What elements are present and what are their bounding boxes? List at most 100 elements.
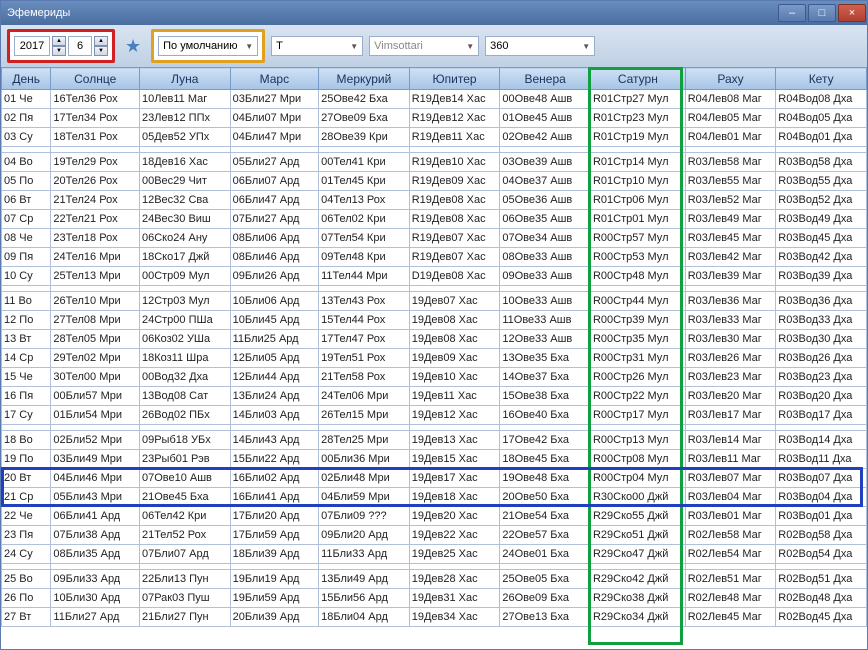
- col-header[interactable]: Солнце: [51, 68, 140, 90]
- cell: 19Бли19 Ард: [230, 570, 319, 589]
- table-row[interactable]: 21 Ср05Бли43 Мри21Ове45 Бха16Бли41 Ард04…: [2, 488, 867, 507]
- col-header[interactable]: День: [2, 68, 51, 90]
- cell: 04Бли07 Мри: [230, 109, 319, 128]
- cell: 15Тел44 Рох: [319, 311, 410, 330]
- table-row[interactable]: 03 Су18Тел31 Рох05Дев52 УПх04Бли47 Мри28…: [2, 128, 867, 147]
- table-row[interactable]: 02 Пя17Тел34 Рох23Лев12 ППх04Бли07 Мри27…: [2, 109, 867, 128]
- cell: 05Бли27 Ард: [230, 153, 319, 172]
- cell: R02Вод58 Дха: [776, 526, 867, 545]
- cell: R01Стр19 Мул: [590, 128, 685, 147]
- table-row[interactable]: 22 Че06Бли41 Ард06Тел42 Кри17Бли20 Ард07…: [2, 507, 867, 526]
- col-header[interactable]: Сатурн: [590, 68, 685, 90]
- cell: 12Стр03 Мул: [139, 292, 230, 311]
- cell: 04Бли47 Мри: [230, 128, 319, 147]
- table-row[interactable]: 11 Во26Тел10 Мри12Стр03 Мул10Бли06 Ард13…: [2, 292, 867, 311]
- maximize-button[interactable]: □: [808, 4, 836, 22]
- table-row[interactable]: 04 Во19Тел29 Рох18Дев16 Хас05Бли27 Ард00…: [2, 153, 867, 172]
- field3-value: Vimsottari: [374, 40, 423, 52]
- col-header[interactable]: Раху: [685, 68, 776, 90]
- table-row[interactable]: 26 По10Бли30 Ард07Рак03 Пуш19Бли59 Ард15…: [2, 589, 867, 608]
- table-row[interactable]: 19 По03Бли49 Мри23Рыб01 Рэв15Бли22 Ард00…: [2, 450, 867, 469]
- cell: 11Тел44 Мри: [319, 267, 410, 286]
- cell: 09Бли20 Ард: [319, 526, 410, 545]
- cell: 10Бли45 Ард: [230, 311, 319, 330]
- cell: R19Дев12 Хас: [409, 109, 500, 128]
- cell: 25Тел13 Мри: [51, 267, 140, 286]
- cell: 02Ове42 Ашв: [500, 128, 591, 147]
- cell: 19Дев13 Хас: [409, 431, 500, 450]
- table-row[interactable]: 07 Ср22Тел21 Рох24Вес30 Виш07Бли27 Ард06…: [2, 210, 867, 229]
- year-input[interactable]: [14, 36, 50, 56]
- field2-value: T: [276, 40, 283, 52]
- app-window: Эфемериды – □ × ▲▼ ▲▼ ★ По умолчанию▼ T▼…: [0, 0, 868, 650]
- table-row[interactable]: 14 Ср29Тел02 Мри18Коз11 Шра12Бли05 Ард19…: [2, 349, 867, 368]
- col-header[interactable]: Меркурий: [319, 68, 410, 90]
- table-row[interactable]: 15 Че30Тел00 Мри00Вод32 Дха12Бли44 Ард21…: [2, 368, 867, 387]
- field2-select[interactable]: T▼: [271, 36, 363, 56]
- minimize-button[interactable]: –: [778, 4, 806, 22]
- col-header[interactable]: Луна: [139, 68, 230, 90]
- table-row[interactable]: 10 Су25Тел13 Мри00Стр09 Мул09Бли26 Ард11…: [2, 267, 867, 286]
- star-icon[interactable]: ★: [125, 36, 141, 57]
- cell: R03Лев39 Маг: [685, 267, 776, 286]
- cell: 28Ове39 Кри: [319, 128, 410, 147]
- cell: R19Дев08 Хас: [409, 210, 500, 229]
- cell: 11 Во: [2, 292, 51, 311]
- cell: R29Ско51 Джй: [590, 526, 685, 545]
- cell: R00Стр48 Мул: [590, 267, 685, 286]
- cell: 04Ове37 Ашв: [500, 172, 591, 191]
- cell: 07 Ср: [2, 210, 51, 229]
- table-row[interactable]: 08 Че23Тел18 Рох06Ско24 Ану08Бли06 Ард07…: [2, 229, 867, 248]
- cell: R03Вод49 Дха: [776, 210, 867, 229]
- cell: 16Бли02 Ард: [230, 469, 319, 488]
- cell: 03 Су: [2, 128, 51, 147]
- table-row[interactable]: 24 Су08Бли35 Ард07Бли07 Ард18Бли39 Ард11…: [2, 545, 867, 564]
- cell: R19Дев11 Хас: [409, 128, 500, 147]
- cell: 17Тел47 Рох: [319, 330, 410, 349]
- table-row[interactable]: 23 Пя07Бли38 Ард21Тел52 Рох17Бли59 Ард09…: [2, 526, 867, 545]
- cell: R02Лев58 Маг: [685, 526, 776, 545]
- cell: 15Ове38 Бха: [500, 387, 591, 406]
- cell: 00Тел41 Кри: [319, 153, 410, 172]
- table-row[interactable]: 18 Во02Бли52 Мри09Рыб18 УБх14Бли43 Ард28…: [2, 431, 867, 450]
- col-header[interactable]: Марс: [230, 68, 319, 90]
- table-row[interactable]: 06 Вт21Тел24 Рох12Вес32 Сва06Бли47 Ард04…: [2, 191, 867, 210]
- cell: R03Лев04 Маг: [685, 488, 776, 507]
- col-header[interactable]: Кету: [776, 68, 867, 90]
- table-row[interactable]: 17 Су01Бли54 Мри26Вод02 ПБх14Бли03 Ард26…: [2, 406, 867, 425]
- cell: 18Ове45 Бха: [500, 450, 591, 469]
- month-input[interactable]: [68, 36, 92, 56]
- cell: R03Лев30 Маг: [685, 330, 776, 349]
- table-row[interactable]: 16 Пя00Бли57 Мри13Вод08 Сат13Бли24 Ард24…: [2, 387, 867, 406]
- field3-select[interactable]: Vimsottari▼: [369, 36, 479, 56]
- cell: 00Ове48 Ашв: [500, 90, 591, 109]
- table-row[interactable]: 01 Че16Тел36 Рох10Лев11 Маг03Бли27 Мри25…: [2, 90, 867, 109]
- cell: R19Дев07 Хас: [409, 229, 500, 248]
- close-button[interactable]: ×: [838, 4, 866, 22]
- table-row[interactable]: 05 По20Тел26 Рох00Вес29 Чит06Бли07 Ард01…: [2, 172, 867, 191]
- preset-group: По умолчанию▼: [151, 29, 265, 63]
- cell: 00Вод32 Дха: [139, 368, 230, 387]
- cell: 10Бли30 Ард: [51, 589, 140, 608]
- cell: 23Тел18 Рох: [51, 229, 140, 248]
- field4-select[interactable]: 360▼: [485, 36, 595, 56]
- month-spinner[interactable]: ▲▼: [94, 36, 108, 56]
- cell: R00Стр22 Мул: [590, 387, 685, 406]
- year-spinner[interactable]: ▲▼: [52, 36, 66, 56]
- table-row[interactable]: 09 Пя24Тел16 Мри18Ско17 Джй08Бли46 Ард09…: [2, 248, 867, 267]
- table-row[interactable]: 27 Вт11Бли27 Ард21Бли27 Пун20Бли39 Ард18…: [2, 608, 867, 627]
- col-header[interactable]: Венера: [500, 68, 591, 90]
- table-row[interactable]: 13 Вт28Тел05 Мри06Коз02 УШа11Бли25 Ард17…: [2, 330, 867, 349]
- preset-select[interactable]: По умолчанию▼: [158, 36, 258, 56]
- cell: R19Дев07 Хас: [409, 248, 500, 267]
- cell: 15Бли56 Ард: [319, 589, 410, 608]
- cell: 19Дев17 Хас: [409, 469, 500, 488]
- table-row[interactable]: 25 Во09Бли33 Ард22Бли13 Пун19Бли19 Ард13…: [2, 570, 867, 589]
- table-row[interactable]: 20 Вт04Бли46 Мри07Ове10 Ашв16Бли02 Ард02…: [2, 469, 867, 488]
- cell: 21Ове54 Бха: [500, 507, 591, 526]
- table-row[interactable]: 12 По27Тел08 Мри24Стр00 ПШа10Бли45 Ард15…: [2, 311, 867, 330]
- cell: R00Стр04 Мул: [590, 469, 685, 488]
- col-header[interactable]: Юпитер: [409, 68, 500, 90]
- cell: R03Лев45 Маг: [685, 229, 776, 248]
- ephemeris-table: ДеньСолнцеЛунаМарсМеркурийЮпитерВенераСа…: [1, 67, 867, 627]
